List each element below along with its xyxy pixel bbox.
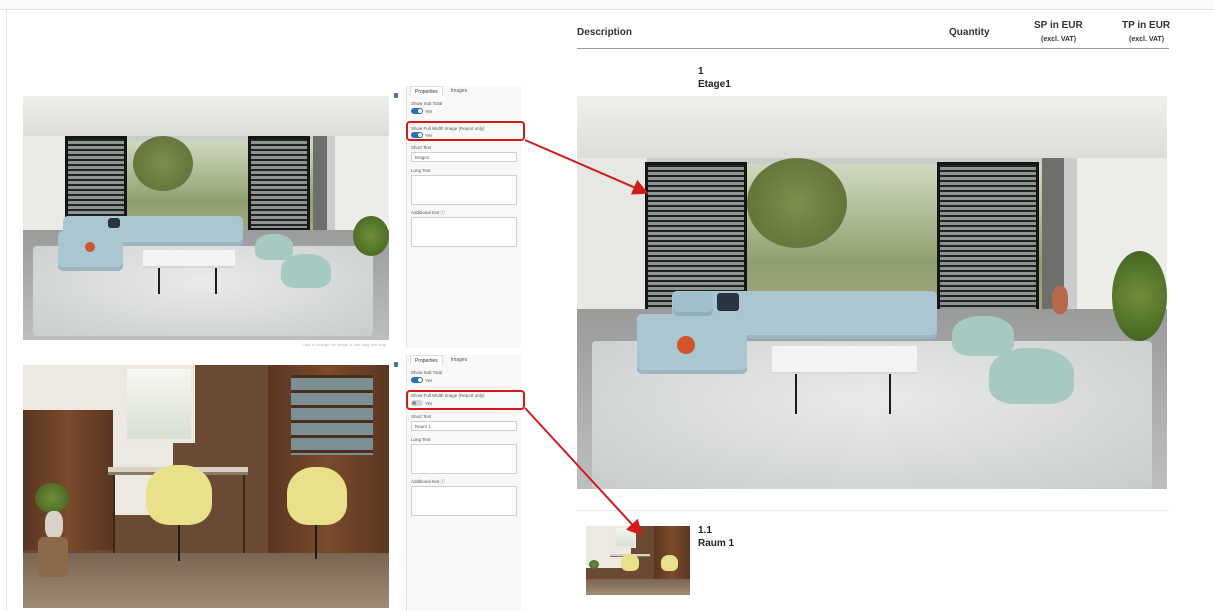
tab-properties[interactable]: Properties xyxy=(410,86,443,96)
short-text-label: Short Text xyxy=(411,414,432,419)
delete-icon[interactable] xyxy=(394,93,398,98)
short-text-input[interactable]: Etage1 xyxy=(411,152,517,162)
long-text-textarea[interactable] xyxy=(411,175,517,205)
header-sp: SP in EUR xyxy=(1034,20,1083,31)
living-room-thumbnail[interactable] xyxy=(23,96,389,340)
row-divider xyxy=(577,510,1169,511)
item-number: 1.1 xyxy=(698,525,712,536)
additional-text-textarea[interactable] xyxy=(411,217,517,247)
additional-text-label: Additional text ⓘ xyxy=(411,210,446,215)
item-title: Etage1 xyxy=(698,79,731,90)
image-drop-hint: Click to change the image or use drag an… xyxy=(302,342,387,347)
screenshot-stage: Properties Images Show Sub Total Yes Sho… xyxy=(0,0,1214,611)
tab-properties[interactable]: Properties xyxy=(410,355,443,365)
header-quantity: Quantity xyxy=(949,27,990,38)
tab-images[interactable]: Images xyxy=(447,355,471,365)
header-divider xyxy=(577,48,1169,49)
raum-1-report-thumbnail xyxy=(586,526,690,595)
additional-text-label: Additional text ⓘ xyxy=(411,479,446,484)
long-text-label: Long Text xyxy=(411,168,431,173)
show-sub-total-label: Show Sub Total xyxy=(411,370,443,375)
highlight-box-2 xyxy=(406,390,525,410)
full-width-report-image xyxy=(577,96,1167,489)
short-text-input[interactable]: Raum 1 xyxy=(411,421,517,431)
toggle-yes-label: Yes xyxy=(425,109,433,114)
header-tp-sub: (excl. VAT) xyxy=(1129,36,1165,43)
show-sub-total-toggle[interactable] xyxy=(411,377,423,383)
long-text-textarea[interactable] xyxy=(411,444,517,474)
show-sub-total-label: Show Sub Total xyxy=(411,101,443,106)
tab-images[interactable]: Images xyxy=(447,86,471,96)
show-sub-total-toggle[interactable] xyxy=(411,108,423,114)
item-number: 1 xyxy=(698,66,704,77)
header-tp: TP in EUR xyxy=(1122,20,1171,31)
highlight-box-1 xyxy=(406,121,525,141)
delete-icon[interactable] xyxy=(394,362,398,367)
study-room-thumbnail[interactable] xyxy=(23,365,389,608)
toggle-yes-label: Yes xyxy=(425,378,433,383)
header-sp-sub: (excl. VAT) xyxy=(1041,36,1077,43)
header-description: Description xyxy=(577,27,633,38)
item-title: Raum 1 xyxy=(698,538,735,549)
short-text-label: Short Text xyxy=(411,145,432,150)
top-bar xyxy=(0,0,1214,10)
left-border xyxy=(6,10,7,611)
long-text-label: Long Text xyxy=(411,437,431,442)
additional-text-textarea[interactable] xyxy=(411,486,517,516)
